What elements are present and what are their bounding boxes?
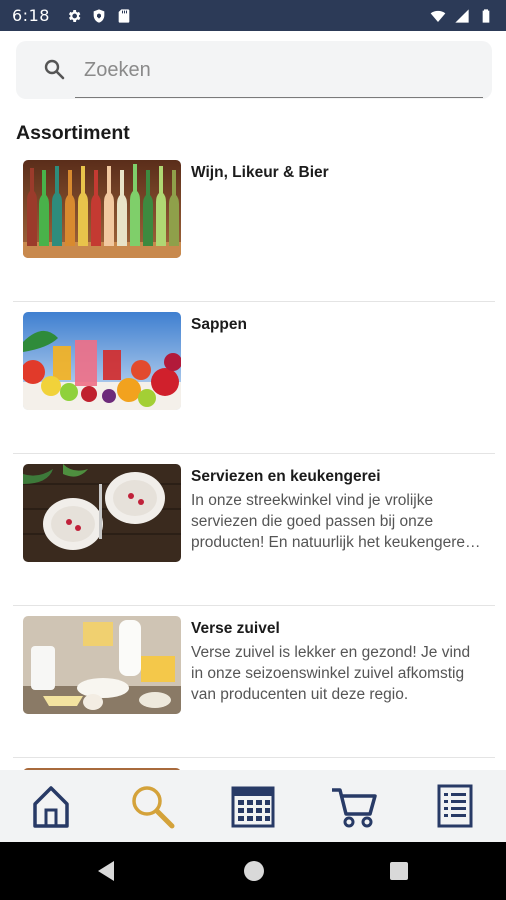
list-item[interactable]: Wijn, Likeur & Bier bbox=[13, 150, 495, 302]
list-item[interactable]: Sappen bbox=[13, 302, 495, 454]
item-description: Verse zuivel is lekker en gezond! Je vin… bbox=[191, 644, 471, 703]
calendar-icon bbox=[231, 786, 275, 828]
nav-search-button[interactable] bbox=[122, 776, 182, 836]
home-icon bbox=[32, 786, 69, 828]
fruit-juices-image bbox=[23, 312, 181, 410]
system-navigation-bar bbox=[0, 842, 506, 900]
list-item[interactable] bbox=[13, 758, 495, 770]
list-item[interactable]: Serviezen en keukengerei In onze streekw… bbox=[13, 454, 495, 606]
nav-list-button[interactable] bbox=[425, 776, 485, 836]
shield-icon bbox=[93, 8, 105, 23]
section-title: Assortiment bbox=[16, 122, 130, 144]
search-underline bbox=[75, 97, 483, 98]
status-bar: 6:18 bbox=[0, 0, 506, 31]
sd-card-icon bbox=[118, 8, 130, 23]
recent-apps-icon[interactable] bbox=[390, 862, 408, 880]
wifi-icon bbox=[430, 10, 446, 22]
battery-icon bbox=[482, 8, 490, 23]
item-title: Wijn, Likeur & Bier bbox=[191, 164, 329, 181]
nav-cart-button[interactable] bbox=[324, 776, 384, 836]
list-icon bbox=[437, 784, 473, 828]
list-item[interactable]: Verse zuivel Verse zuivel is lekker en g… bbox=[13, 606, 495, 758]
status-time: 6:18 bbox=[12, 6, 50, 25]
nav-home-button[interactable] bbox=[21, 776, 81, 836]
back-icon[interactable] bbox=[96, 860, 116, 882]
status-icons-right bbox=[430, 8, 494, 24]
search-input[interactable] bbox=[84, 55, 464, 85]
cart-icon bbox=[332, 788, 377, 828]
dairy-image bbox=[23, 616, 181, 714]
search-icon bbox=[44, 59, 65, 80]
item-description: In onze streekwinkel vind je vrolijke se… bbox=[191, 492, 469, 551]
gear-icon bbox=[68, 9, 81, 22]
wine-bottles-image bbox=[23, 160, 181, 258]
search-icon bbox=[132, 786, 175, 829]
product-list: Wijn, Likeur & Bier Sappen Serviezen en … bbox=[0, 150, 506, 770]
bottom-navigation bbox=[0, 770, 506, 842]
status-icons-left bbox=[66, 8, 132, 24]
item-title: Sappen bbox=[191, 316, 247, 333]
home-circle-icon[interactable] bbox=[244, 861, 264, 881]
signal-icon bbox=[455, 8, 469, 23]
item-title: Verse zuivel bbox=[191, 620, 280, 637]
item-title: Serviezen en keukengerei bbox=[191, 468, 381, 485]
nav-calendar-button[interactable] bbox=[223, 776, 283, 836]
plates-image bbox=[23, 464, 181, 562]
